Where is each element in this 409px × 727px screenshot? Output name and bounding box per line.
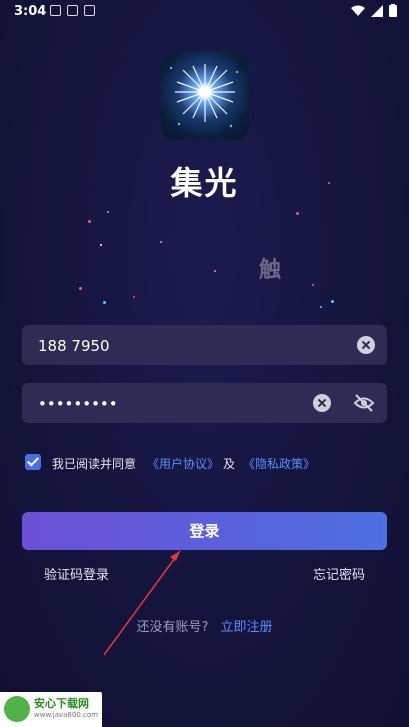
site-badge: 安心下载网 www.java800.com bbox=[0, 692, 102, 727]
password-input[interactable] bbox=[36, 383, 340, 425]
star-decoration bbox=[214, 270, 216, 272]
star-decoration bbox=[331, 300, 334, 303]
clear-icon[interactable] bbox=[313, 394, 331, 412]
phone-input[interactable] bbox=[36, 325, 340, 367]
star-decoration bbox=[160, 241, 162, 243]
star-decoration bbox=[79, 287, 82, 290]
app-title: 集光 bbox=[170, 164, 239, 202]
app-logo bbox=[161, 52, 249, 140]
status-bar: 3:04 bbox=[0, 0, 409, 24]
register-row: 还没有账号? 立即注册 bbox=[0, 616, 409, 635]
agreement-row: 我已阅读并同意 《用户协议》 及 《隐私政策》 bbox=[25, 454, 385, 474]
star-decoration bbox=[320, 306, 322, 308]
star-decoration bbox=[296, 212, 299, 215]
login-button[interactable]: 登录 bbox=[22, 512, 387, 550]
star-decoration bbox=[88, 220, 91, 223]
password-field[interactable] bbox=[22, 383, 387, 425]
forgot-password-link[interactable]: 忘记密码 bbox=[313, 564, 365, 583]
badge-url: www.java800.com bbox=[34, 711, 98, 719]
star-decoration bbox=[107, 211, 109, 213]
register-link[interactable]: 立即注册 bbox=[221, 620, 273, 635]
star-decoration bbox=[103, 301, 106, 304]
battery-icon bbox=[389, 4, 397, 17]
heart-logo-icon bbox=[4, 696, 30, 722]
agree-checkbox[interactable] bbox=[25, 454, 41, 470]
agreement-prefix: 我已阅读并同意 bbox=[52, 457, 137, 471]
star-decoration bbox=[100, 244, 102, 246]
eye-off-icon[interactable] bbox=[353, 393, 375, 413]
wifi-icon bbox=[351, 5, 365, 16]
star-decoration bbox=[133, 296, 135, 298]
overlay-watermark: 触 bbox=[259, 258, 282, 283]
clear-icon[interactable] bbox=[357, 336, 375, 354]
status-time: 3:04 bbox=[14, 4, 47, 19]
user-agreement-link[interactable]: 《用户协议》 bbox=[147, 455, 219, 472]
privacy-policy-link[interactable]: 《隐私政策》 bbox=[243, 455, 315, 472]
firework-logo-icon bbox=[170, 64, 238, 128]
signal-icon bbox=[371, 4, 383, 17]
system-icons bbox=[351, 4, 397, 17]
keyboard-icon bbox=[67, 5, 78, 16]
annotation-arrow-icon bbox=[103, 550, 181, 656]
screen-icon bbox=[84, 5, 95, 16]
star-decoration bbox=[312, 284, 314, 286]
phone-field[interactable] bbox=[22, 325, 387, 367]
notification-a-icon bbox=[50, 5, 61, 16]
agreement-and: 及 bbox=[223, 457, 236, 471]
notification-icons bbox=[50, 5, 95, 16]
badge-title: 安心下载网 bbox=[34, 697, 89, 710]
